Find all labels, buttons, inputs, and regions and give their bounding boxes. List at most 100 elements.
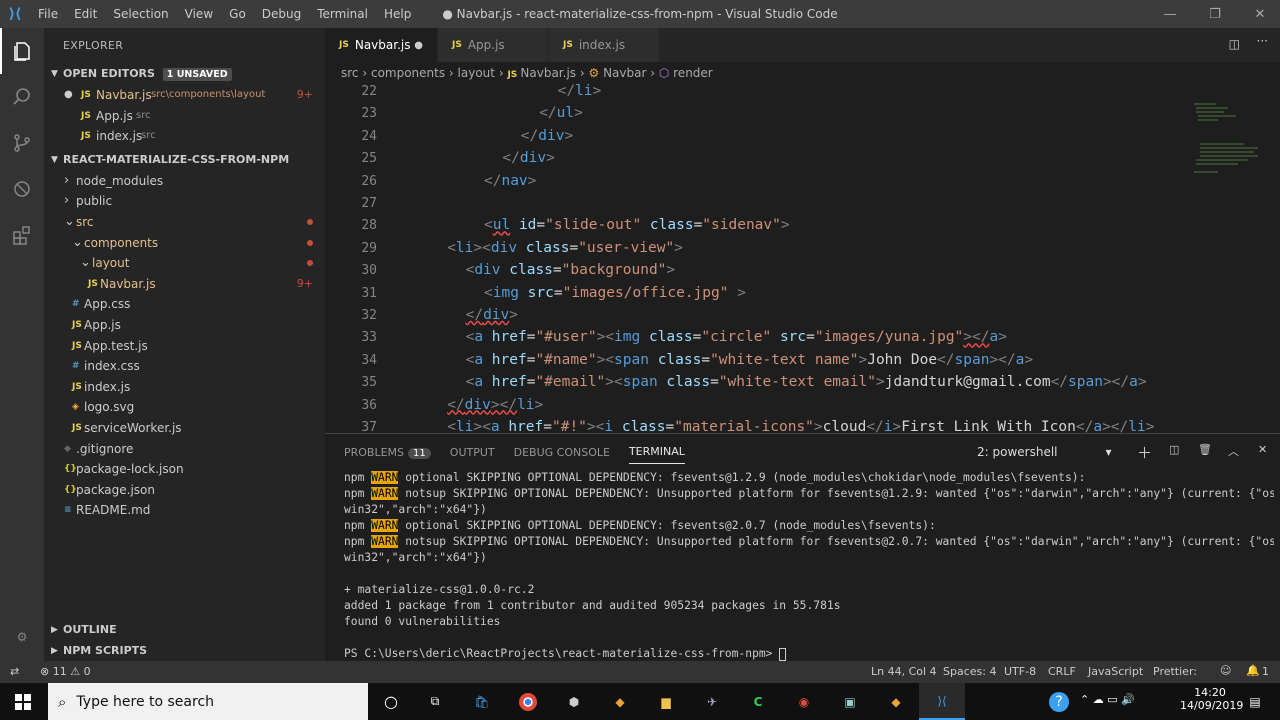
minimap[interactable] xyxy=(1188,84,1268,194)
file-item-package-lock-json[interactable]: {} package-lock.json xyxy=(44,459,325,480)
file-item-index-css[interactable]: # index.css xyxy=(44,356,325,377)
breadcrumb-item[interactable]: render xyxy=(673,66,713,80)
menu-go[interactable]: Go xyxy=(229,7,246,21)
panel-tab-debug-console[interactable]: DEBUG CONSOLE xyxy=(514,446,610,459)
code-line[interactable]: <li><a href="#!"><i class="material-icon… xyxy=(447,419,1154,433)
menu-edit[interactable]: Edit xyxy=(74,7,97,21)
app-icon[interactable]: ◆ xyxy=(873,683,919,720)
code-line[interactable]: <img src="images/office.jpg" > xyxy=(484,285,746,301)
unsaved-dot-icon[interactable]: ● xyxy=(414,40,423,51)
extensions-icon[interactable] xyxy=(0,212,44,258)
tab-App-js[interactable]: JS App.js xyxy=(438,28,549,62)
breadcrumb-item[interactable]: src xyxy=(341,66,359,80)
cursor-position[interactable]: Ln 44, Col 4 xyxy=(871,665,937,678)
indentation[interactable]: Spaces: 4 xyxy=(943,665,996,678)
code-line[interactable]: <a href="#user"><img class="circle" src=… xyxy=(466,329,1007,345)
menu-file[interactable]: File xyxy=(38,7,58,21)
code-line[interactable]: </div> xyxy=(521,128,573,144)
task-view-icon[interactable]: ⧉ xyxy=(412,683,458,720)
trash-icon[interactable]: 🗑 xyxy=(1198,443,1212,456)
cortana-icon[interactable]: ○ xyxy=(368,683,414,720)
file-item-package-json[interactable]: {} package.json xyxy=(44,480,325,501)
tab-index-js[interactable]: JS index.js xyxy=(549,28,660,62)
folder-item-node_modules[interactable]: › node_modules xyxy=(44,171,325,192)
app-icon[interactable]: ◆ xyxy=(597,683,643,720)
panel-tab-problems[interactable]: PROBLEMS 11 xyxy=(344,446,431,459)
file-item-Navbar-js[interactable]: JS Navbar.js 9+ xyxy=(44,274,325,295)
windows-start-icon[interactable] xyxy=(0,683,46,720)
terminal-output[interactable]: npm WARN optional SKIPPING OPTIONAL DEPE… xyxy=(344,470,1274,662)
more-actions-icon[interactable]: ··· xyxy=(1257,34,1268,48)
menu-terminal[interactable]: Terminal xyxy=(317,7,368,21)
menu-view[interactable]: View xyxy=(185,7,213,21)
folder-item-src[interactable]: ⌄ src xyxy=(44,212,325,233)
terminal-select[interactable]: 2: powershell ▾ xyxy=(977,445,1112,459)
record-icon[interactable]: ◉ xyxy=(781,683,827,720)
code-line[interactable]: <div class="background"> xyxy=(466,262,676,278)
file-item-logo-svg[interactable]: ◈ logo.svg xyxy=(44,397,325,418)
folder-item-public[interactable]: › public xyxy=(44,191,325,212)
open-editor-item[interactable]: JS index.js src xyxy=(44,126,325,147)
file-item-App-test-js[interactable]: JS App.test.js xyxy=(44,336,325,357)
file-item-index-js[interactable]: JS index.js xyxy=(44,377,325,398)
remote-icon[interactable]: ⇄ xyxy=(10,665,19,678)
npm-scripts-section[interactable]: ▶ NPM SCRIPTS xyxy=(44,640,325,662)
file-item-App-js[interactable]: JS App.js xyxy=(44,315,325,336)
vscode-taskbar-icon[interactable]: ⟩⟨ xyxy=(919,683,965,720)
code-line[interactable]: </div> xyxy=(502,150,554,166)
code-line[interactable]: </li> xyxy=(558,84,602,99)
code-line[interactable]: </ul> xyxy=(539,105,583,121)
taskbar-search[interactable]: ⌕ Type here to search xyxy=(48,683,368,720)
split-terminal-icon[interactable]: ◫ xyxy=(1169,443,1179,456)
code-line[interactable]: </div> xyxy=(466,307,518,323)
bell-icon[interactable]: 🔔 xyxy=(1246,664,1260,677)
file-item--gitignore[interactable]: ◆ .gitignore xyxy=(44,439,325,460)
clock[interactable]: 14:20 14/09/2019 xyxy=(1180,686,1243,712)
code-line[interactable]: </nav> xyxy=(484,173,536,189)
app-icon[interactable]: ▣ xyxy=(827,683,873,720)
prettier-status[interactable]: Prettier: xyxy=(1153,665,1197,678)
new-terminal-icon[interactable]: ＋ xyxy=(1137,442,1152,463)
code-line[interactable]: <li><div class="user-view"> xyxy=(447,240,683,256)
settings-gear-icon[interactable]: ⚙ xyxy=(0,614,44,660)
code-line[interactable]: <a href="#name"><span class="white-text … xyxy=(466,352,1034,368)
search-icon[interactable] xyxy=(0,74,44,120)
shield-app-icon[interactable]: ⬢ xyxy=(551,683,597,720)
store-icon[interactable]: 🛍 xyxy=(459,683,505,720)
menu-selection[interactable]: Selection xyxy=(113,7,168,21)
maximize-button[interactable]: ❐ xyxy=(1193,0,1237,28)
open-editor-item[interactable]: ● JS Navbar.js src\components\layout 9+ xyxy=(44,85,325,106)
file-item-serviceWorker-js[interactable]: JS serviceWorker.js xyxy=(44,418,325,439)
chrome-icon[interactable] xyxy=(505,683,551,720)
camtasia-icon[interactable]: C xyxy=(735,683,781,720)
panel-tab-terminal[interactable]: TERMINAL xyxy=(628,445,685,464)
folder-icon[interactable]: ▆ xyxy=(643,683,689,720)
debug-icon[interactable] xyxy=(0,166,44,212)
notifications-icon[interactable]: ▤ xyxy=(1232,683,1278,720)
code-line[interactable]: <a href="#email"><span class="white-text… xyxy=(466,374,1147,390)
panel-tab-output[interactable]: OUTPUT xyxy=(450,446,495,459)
file-item-README-md[interactable]: ≡ README.md xyxy=(44,500,325,521)
line-ending[interactable]: CRLF xyxy=(1048,665,1076,678)
problems-status[interactable]: ⊗ 11 ⚠ 0 xyxy=(40,665,91,678)
folder-item-layout[interactable]: ⌄ layout xyxy=(44,253,325,274)
terminal-cursor[interactable] xyxy=(779,647,787,661)
explorer-icon[interactable] xyxy=(0,28,44,74)
menu-help[interactable]: Help xyxy=(384,7,411,21)
tray-icons[interactable]: ⌃ ☁ ▭ 🔊 xyxy=(1080,693,1135,706)
menu-debug[interactable]: Debug xyxy=(262,7,301,21)
feedback-icon[interactable]: ☺ xyxy=(1220,664,1231,677)
help-icon[interactable]: ? xyxy=(1036,683,1082,720)
source-control-icon[interactable] xyxy=(0,120,44,166)
code-editor[interactable]: 22 </li> 23 </ul> 24 </div> 25 </div> 26 </nav> 27… xyxy=(325,84,1280,433)
breadcrumb-item[interactable]: components xyxy=(371,66,445,80)
close-panel-icon[interactable]: ✕ xyxy=(1258,443,1267,456)
app-icon[interactable]: ✈ xyxy=(689,683,735,720)
open-editors-section[interactable]: ▼ OPEN EDITORS 1 UNSAVED xyxy=(44,63,325,85)
chevron-up-icon[interactable]: ︿ xyxy=(1228,443,1239,459)
close-button[interactable]: ✕ xyxy=(1238,0,1280,28)
language-mode[interactable]: JavaScript xyxy=(1088,665,1143,678)
split-editor-icon[interactable]: ◫ xyxy=(1229,37,1240,51)
breadcrumb-item[interactable]: Navbar.js xyxy=(520,66,576,80)
unsaved-dot-icon[interactable]: ● xyxy=(64,85,73,106)
